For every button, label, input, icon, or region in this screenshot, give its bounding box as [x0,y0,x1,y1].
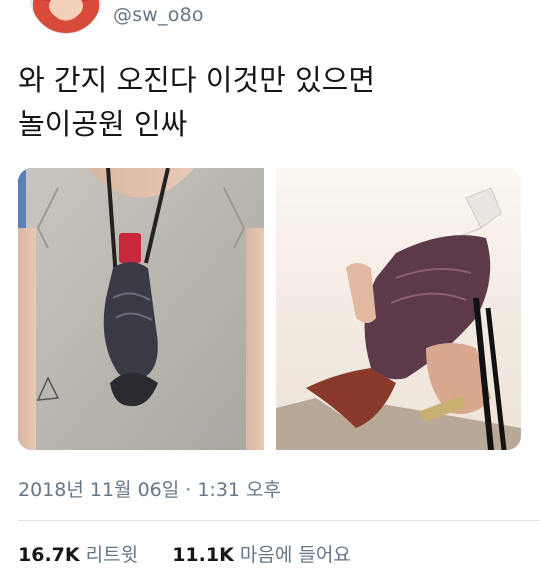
avatar-face [49,0,83,19]
media-gallery [18,168,521,450]
photo-right[interactable] [276,168,521,450]
author-handle[interactable]: @sw_o8o [113,4,204,26]
tweet-timestamp[interactable]: 2018년 11월 06일 · 1:31 오후 [18,475,281,502]
divider [18,520,540,521]
likes-label: 마음에 들어요 [239,544,351,566]
retweets-count: 16.7K [18,544,80,566]
photo-right-illustration [276,168,521,450]
retweets-stat[interactable]: 16.7K 리트윗 [18,544,144,566]
tweet-text: 와 간지 오진다 이것만 있으면 놀이공원 인싸 [18,63,376,141]
likes-stat[interactable]: 11.1K 마음에 들어요 [172,544,351,566]
photo-left-illustration [18,168,264,450]
tweet-stats: 16.7K 리트윗 11.1K 마음에 들어요 [18,540,351,567]
retweets-label: 리트윗 [85,544,139,566]
avatar[interactable] [30,0,102,34]
photo-left[interactable] [18,168,264,450]
likes-count: 11.1K [172,544,234,566]
